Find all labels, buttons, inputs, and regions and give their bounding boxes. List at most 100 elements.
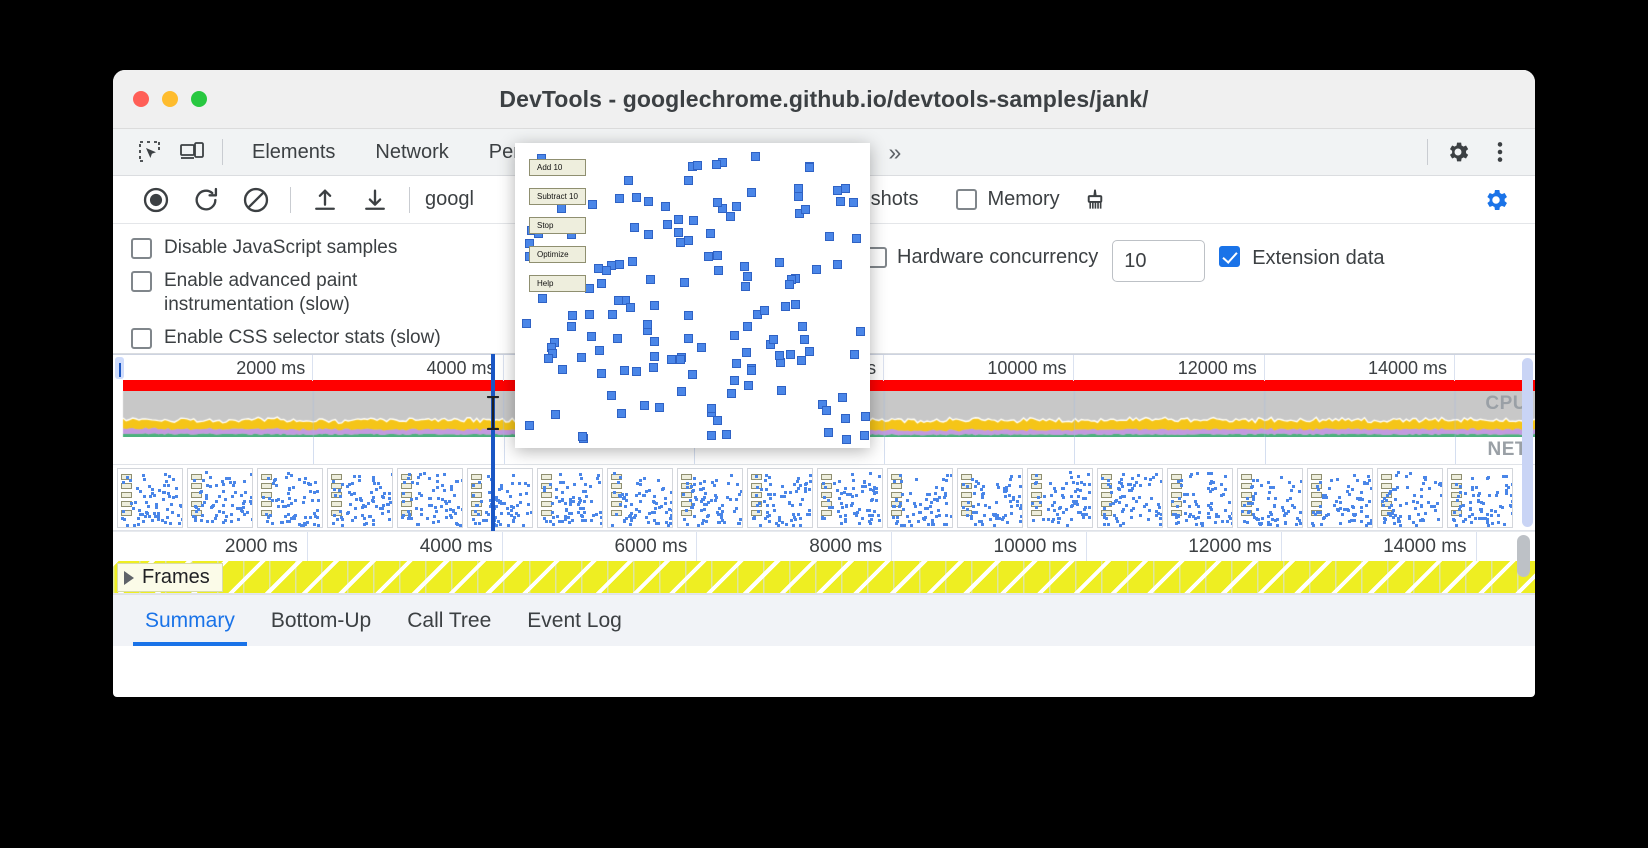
thumbnail-dot [401, 499, 405, 503]
filmstrip-thumbnail[interactable] [1307, 467, 1373, 528]
upload-profile-icon[interactable] [300, 182, 350, 218]
tab-call-tree[interactable]: Call Tree [389, 595, 509, 646]
filmstrip-thumbnail[interactable] [187, 467, 253, 528]
jank-dot [615, 259, 625, 269]
thumbnail-dot [1468, 507, 1472, 511]
filmstrip-thumbnail[interactable] [677, 467, 743, 528]
gear-icon[interactable] [1437, 135, 1479, 169]
kebab-menu-icon[interactable] [1479, 135, 1521, 169]
maximize-window-button[interactable] [191, 91, 207, 107]
advanced-paint-checkbox[interactable] [131, 271, 152, 292]
setting-advanced-paint[interactable]: Enable advanced paint instrumentation (s… [131, 269, 536, 317]
thumbnail-dot [1416, 500, 1420, 504]
thumbnail-dot [549, 483, 553, 487]
thumbnail-dot [927, 523, 931, 527]
thumbnail-dot [872, 489, 876, 493]
record-icon[interactable] [131, 182, 181, 218]
filmstrip-thumbnail[interactable] [1237, 467, 1303, 528]
extension-data-checkbox[interactable]: Extension data [1219, 246, 1385, 271]
thumbnail-dot [914, 504, 918, 508]
collect-garbage-icon[interactable] [1070, 182, 1120, 218]
more-tabs-button[interactable]: » [874, 129, 913, 175]
tab-summary[interactable]: Summary [127, 595, 253, 646]
add-10-button[interactable]: Add 10 [529, 159, 586, 176]
thumbnail-dot [1009, 474, 1013, 478]
subtract-10-button[interactable]: Subtract 10 [529, 188, 586, 205]
disable-js-samples-checkbox[interactable] [131, 238, 152, 259]
timeline-vertical-scrollbar[interactable] [1517, 535, 1530, 577]
thumbnail-dot [1396, 470, 1400, 474]
filmstrip-thumbnail[interactable] [537, 467, 603, 528]
thumbnail-dot [683, 517, 687, 521]
thumbnail-dot [239, 494, 243, 498]
thumbnail-dot [783, 494, 787, 498]
thumbnail-dot [832, 482, 836, 486]
timeline-playhead[interactable] [491, 354, 495, 531]
overview-selection-handle[interactable] [115, 357, 124, 379]
thumbnail-dot [710, 498, 714, 502]
frames-track[interactable]: Frames [113, 561, 1535, 594]
filmstrip-thumbnail[interactable] [817, 467, 883, 528]
extension-data-checkbox-box[interactable] [1219, 246, 1241, 267]
filmstrip-thumbnail[interactable] [887, 467, 953, 528]
thumbnail-dot [703, 508, 707, 512]
filmstrip-thumbnail[interactable] [1097, 467, 1163, 528]
hardware-concurrency-checkbox[interactable]: Hardware concurrency [866, 246, 1098, 269]
help-button[interactable]: Help [529, 275, 586, 292]
tab-elements[interactable]: Elements [232, 129, 355, 175]
inspect-element-icon[interactable] [129, 135, 171, 169]
device-toolbar-icon[interactable] [171, 135, 213, 169]
setting-css-selector-stats[interactable]: Enable CSS selector stats (slow) [131, 326, 536, 350]
setting-disable-js-samples[interactable]: Disable JavaScript samples [131, 236, 536, 260]
thumbnail-dot [250, 496, 252, 500]
memory-checkbox-box[interactable] [956, 189, 978, 210]
thumbnail-dot [809, 474, 812, 478]
thumbnail-dot [1107, 478, 1111, 482]
hardware-concurrency-input[interactable]: 10 [1112, 240, 1206, 282]
thumbnail-dot [484, 519, 488, 522]
thumbnail-dot [1495, 493, 1499, 497]
filmstrip-thumbnail[interactable] [957, 467, 1023, 528]
filmstrip-thumbnail[interactable] [1447, 467, 1513, 528]
optimize-button[interactable]: Optimize [529, 246, 586, 263]
toolbar-divider-2 [409, 186, 410, 213]
filmstrip-band[interactable] [113, 465, 1535, 531]
filmstrip-thumbnail[interactable] [467, 467, 533, 528]
thumbnail-dot [161, 519, 165, 523]
tab-network[interactable]: Network [355, 129, 468, 175]
tab-event-log[interactable]: Event Log [509, 595, 640, 646]
jank-dot [623, 176, 633, 186]
stop-button[interactable]: Stop [529, 217, 586, 234]
filmstrip-thumbnail[interactable] [117, 467, 183, 528]
overview-scrollbar[interactable] [1522, 358, 1533, 527]
thumbnail-mini-button [961, 491, 972, 498]
thumbnail-dot [1146, 518, 1150, 522]
filmstrip-thumbnail[interactable] [1027, 467, 1093, 528]
minimize-window-button[interactable] [162, 91, 178, 107]
close-window-button[interactable] [133, 91, 149, 107]
capture-settings-gear-icon[interactable] [1471, 182, 1521, 218]
thumbnail-dot [435, 509, 439, 513]
playhead-handle[interactable] [486, 395, 500, 431]
clear-icon[interactable] [231, 182, 281, 218]
filmstrip-thumbnail[interactable] [327, 467, 393, 528]
download-profile-icon[interactable] [350, 182, 400, 218]
filmstrip-thumbnail[interactable] [1377, 467, 1443, 528]
reload-record-icon[interactable] [181, 182, 231, 218]
filmstrip-thumbnail[interactable] [747, 467, 813, 528]
css-selector-stats-checkbox[interactable] [131, 328, 152, 349]
tab-bottom-up[interactable]: Bottom-Up [253, 595, 389, 646]
jank-sample-popup[interactable]: Add 10 Subtract 10 Stop Optimize Help [515, 143, 870, 448]
thumbnail-dot [168, 494, 172, 498]
frames-expander-pill[interactable]: Frames [117, 563, 223, 592]
timeline-ruler[interactable]: 2000 ms 4000 ms 6000 ms 8000 ms 10000 ms 1200… [113, 531, 1535, 562]
filmstrip-thumbnail[interactable] [397, 467, 463, 528]
thumbnail-dot [992, 524, 996, 527]
filmstrip-thumbnail[interactable] [607, 467, 673, 528]
chevron-right-icon[interactable] [124, 570, 134, 585]
thumbnail-dot [193, 518, 197, 522]
thumbnail-dot [1020, 515, 1022, 519]
filmstrip-thumbnail[interactable] [1167, 467, 1233, 528]
filmstrip-thumbnail[interactable] [257, 467, 323, 528]
memory-checkbox[interactable]: Memory [956, 188, 1060, 211]
